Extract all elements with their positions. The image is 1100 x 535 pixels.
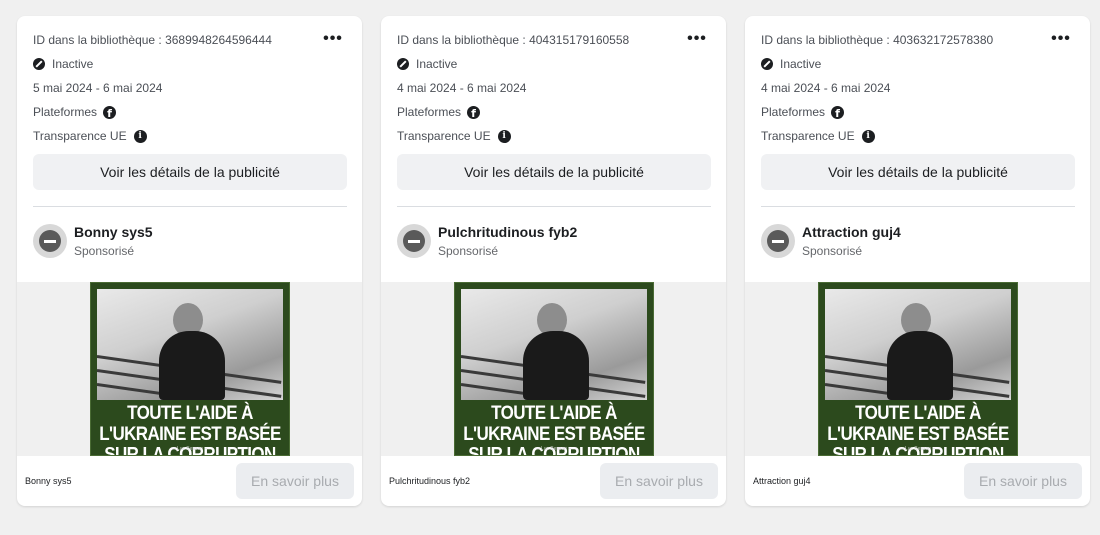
facebook-icon: f: [831, 105, 845, 119]
divider: [33, 206, 347, 207]
run-dates: 5 mai 2024 - 6 mai 2024: [33, 81, 163, 95]
learn-more-button[interactable]: En savoir plus: [964, 463, 1082, 499]
ad-library-results: ID dans la bibliothèque : 36899482645964…: [0, 0, 1100, 535]
transparency-label: Transparence UE: [761, 129, 855, 143]
ad-creative-image[interactable]: TOUTE L'AIDE À L'UKRAINE EST BASÉE SUR L…: [90, 282, 290, 456]
page-avatar[interactable]: [33, 224, 67, 258]
sponsored-label: Sponsorisé: [438, 244, 499, 258]
footer-page-name: Bonny sys5: [25, 476, 72, 486]
ad-credit: – Luc Besson –: [536, 446, 572, 452]
info-icon[interactable]: i: [861, 129, 875, 143]
inactive-icon: [33, 58, 45, 70]
library-id: ID dans la bibliothèque : 40431517916055…: [397, 33, 630, 47]
platforms-row: Plateformes f: [761, 105, 845, 119]
sponsored-label: Sponsorisé: [802, 244, 863, 258]
learn-more-button[interactable]: En savoir plus: [236, 463, 354, 499]
platforms-label: Plateformes: [397, 105, 462, 119]
page-avatar[interactable]: [397, 224, 431, 258]
more-options-icon[interactable]: •••: [1047, 29, 1075, 49]
footer-page-name: Attraction guj4: [753, 476, 811, 486]
avatar-placeholder-icon: [403, 230, 425, 252]
avatar-placeholder-icon: [39, 230, 61, 252]
learn-more-button[interactable]: En savoir plus: [600, 463, 718, 499]
transparency-row: Transparence UE i: [761, 129, 875, 143]
more-options-icon[interactable]: •••: [319, 29, 347, 49]
inactive-icon: [397, 58, 409, 70]
ad-card: ID dans la bibliothèque : 40431517916055…: [381, 16, 726, 506]
transparency-label: Transparence UE: [397, 129, 491, 143]
status-row: Inactive: [761, 57, 821, 71]
platforms-row: Plateformes f: [33, 105, 117, 119]
facebook-icon: f: [103, 105, 117, 119]
avatar-placeholder-icon: [767, 230, 789, 252]
platforms-label: Plateformes: [761, 105, 826, 119]
ad-details-button[interactable]: Voir les détails de la publicité: [397, 154, 711, 190]
page-name[interactable]: Bonny sys5: [74, 224, 153, 240]
status-label: Inactive: [416, 57, 458, 71]
ad-photo: [97, 289, 283, 400]
divider: [397, 206, 711, 207]
ad-photo: [825, 289, 1011, 400]
ad-media: TOUTE L'AIDE À L'UKRAINE EST BASÉE SUR L…: [745, 282, 1090, 456]
sponsored-label: Sponsorisé: [74, 244, 135, 258]
transparency-row: Transparence UE i: [397, 129, 511, 143]
ad-creative-image[interactable]: TOUTE L'AIDE À L'UKRAINE EST BASÉE SUR L…: [454, 282, 654, 456]
library-id: ID dans la bibliothèque : 40363217257838…: [761, 33, 994, 47]
transparency-row: Transparence UE i: [33, 129, 147, 143]
inactive-icon: [761, 58, 773, 70]
ad-credit: – Luc Besson –: [172, 446, 208, 452]
page-name[interactable]: Pulchritudinous fyb2: [438, 224, 577, 240]
platforms-row: Plateformes f: [397, 105, 481, 119]
status-label: Inactive: [52, 57, 94, 71]
ad-photo: [461, 289, 647, 400]
ad-details-button[interactable]: Voir les détails de la publicité: [33, 154, 347, 190]
library-id: ID dans la bibliothèque : 36899482645964…: [33, 33, 272, 47]
info-icon[interactable]: i: [497, 129, 511, 143]
ad-media: TOUTE L'AIDE À L'UKRAINE EST BASÉE SUR L…: [381, 282, 726, 456]
divider: [761, 206, 1075, 207]
run-dates: 4 mai 2024 - 6 mai 2024: [761, 81, 891, 95]
status-row: Inactive: [33, 57, 93, 71]
run-dates: 4 mai 2024 - 6 mai 2024: [397, 81, 527, 95]
status-label: Inactive: [780, 57, 822, 71]
status-row: Inactive: [397, 57, 457, 71]
ad-credit: – Luc Besson –: [900, 446, 936, 452]
platforms-label: Plateformes: [33, 105, 98, 119]
ad-card: ID dans la bibliothèque : 36899482645964…: [17, 16, 362, 506]
facebook-icon: f: [467, 105, 481, 119]
ad-details-button[interactable]: Voir les détails de la publicité: [761, 154, 1075, 190]
ad-media: TOUTE L'AIDE À L'UKRAINE EST BASÉE SUR L…: [17, 282, 362, 456]
ad-creative-image[interactable]: TOUTE L'AIDE À L'UKRAINE EST BASÉE SUR L…: [818, 282, 1018, 456]
page-name[interactable]: Attraction guj4: [802, 224, 901, 240]
ad-card: ID dans la bibliothèque : 40363217257838…: [745, 16, 1090, 506]
info-icon[interactable]: i: [133, 129, 147, 143]
more-options-icon[interactable]: •••: [683, 29, 711, 49]
footer-page-name: Pulchritudinous fyb2: [389, 476, 471, 486]
transparency-label: Transparence UE: [33, 129, 127, 143]
page-avatar[interactable]: [761, 224, 795, 258]
